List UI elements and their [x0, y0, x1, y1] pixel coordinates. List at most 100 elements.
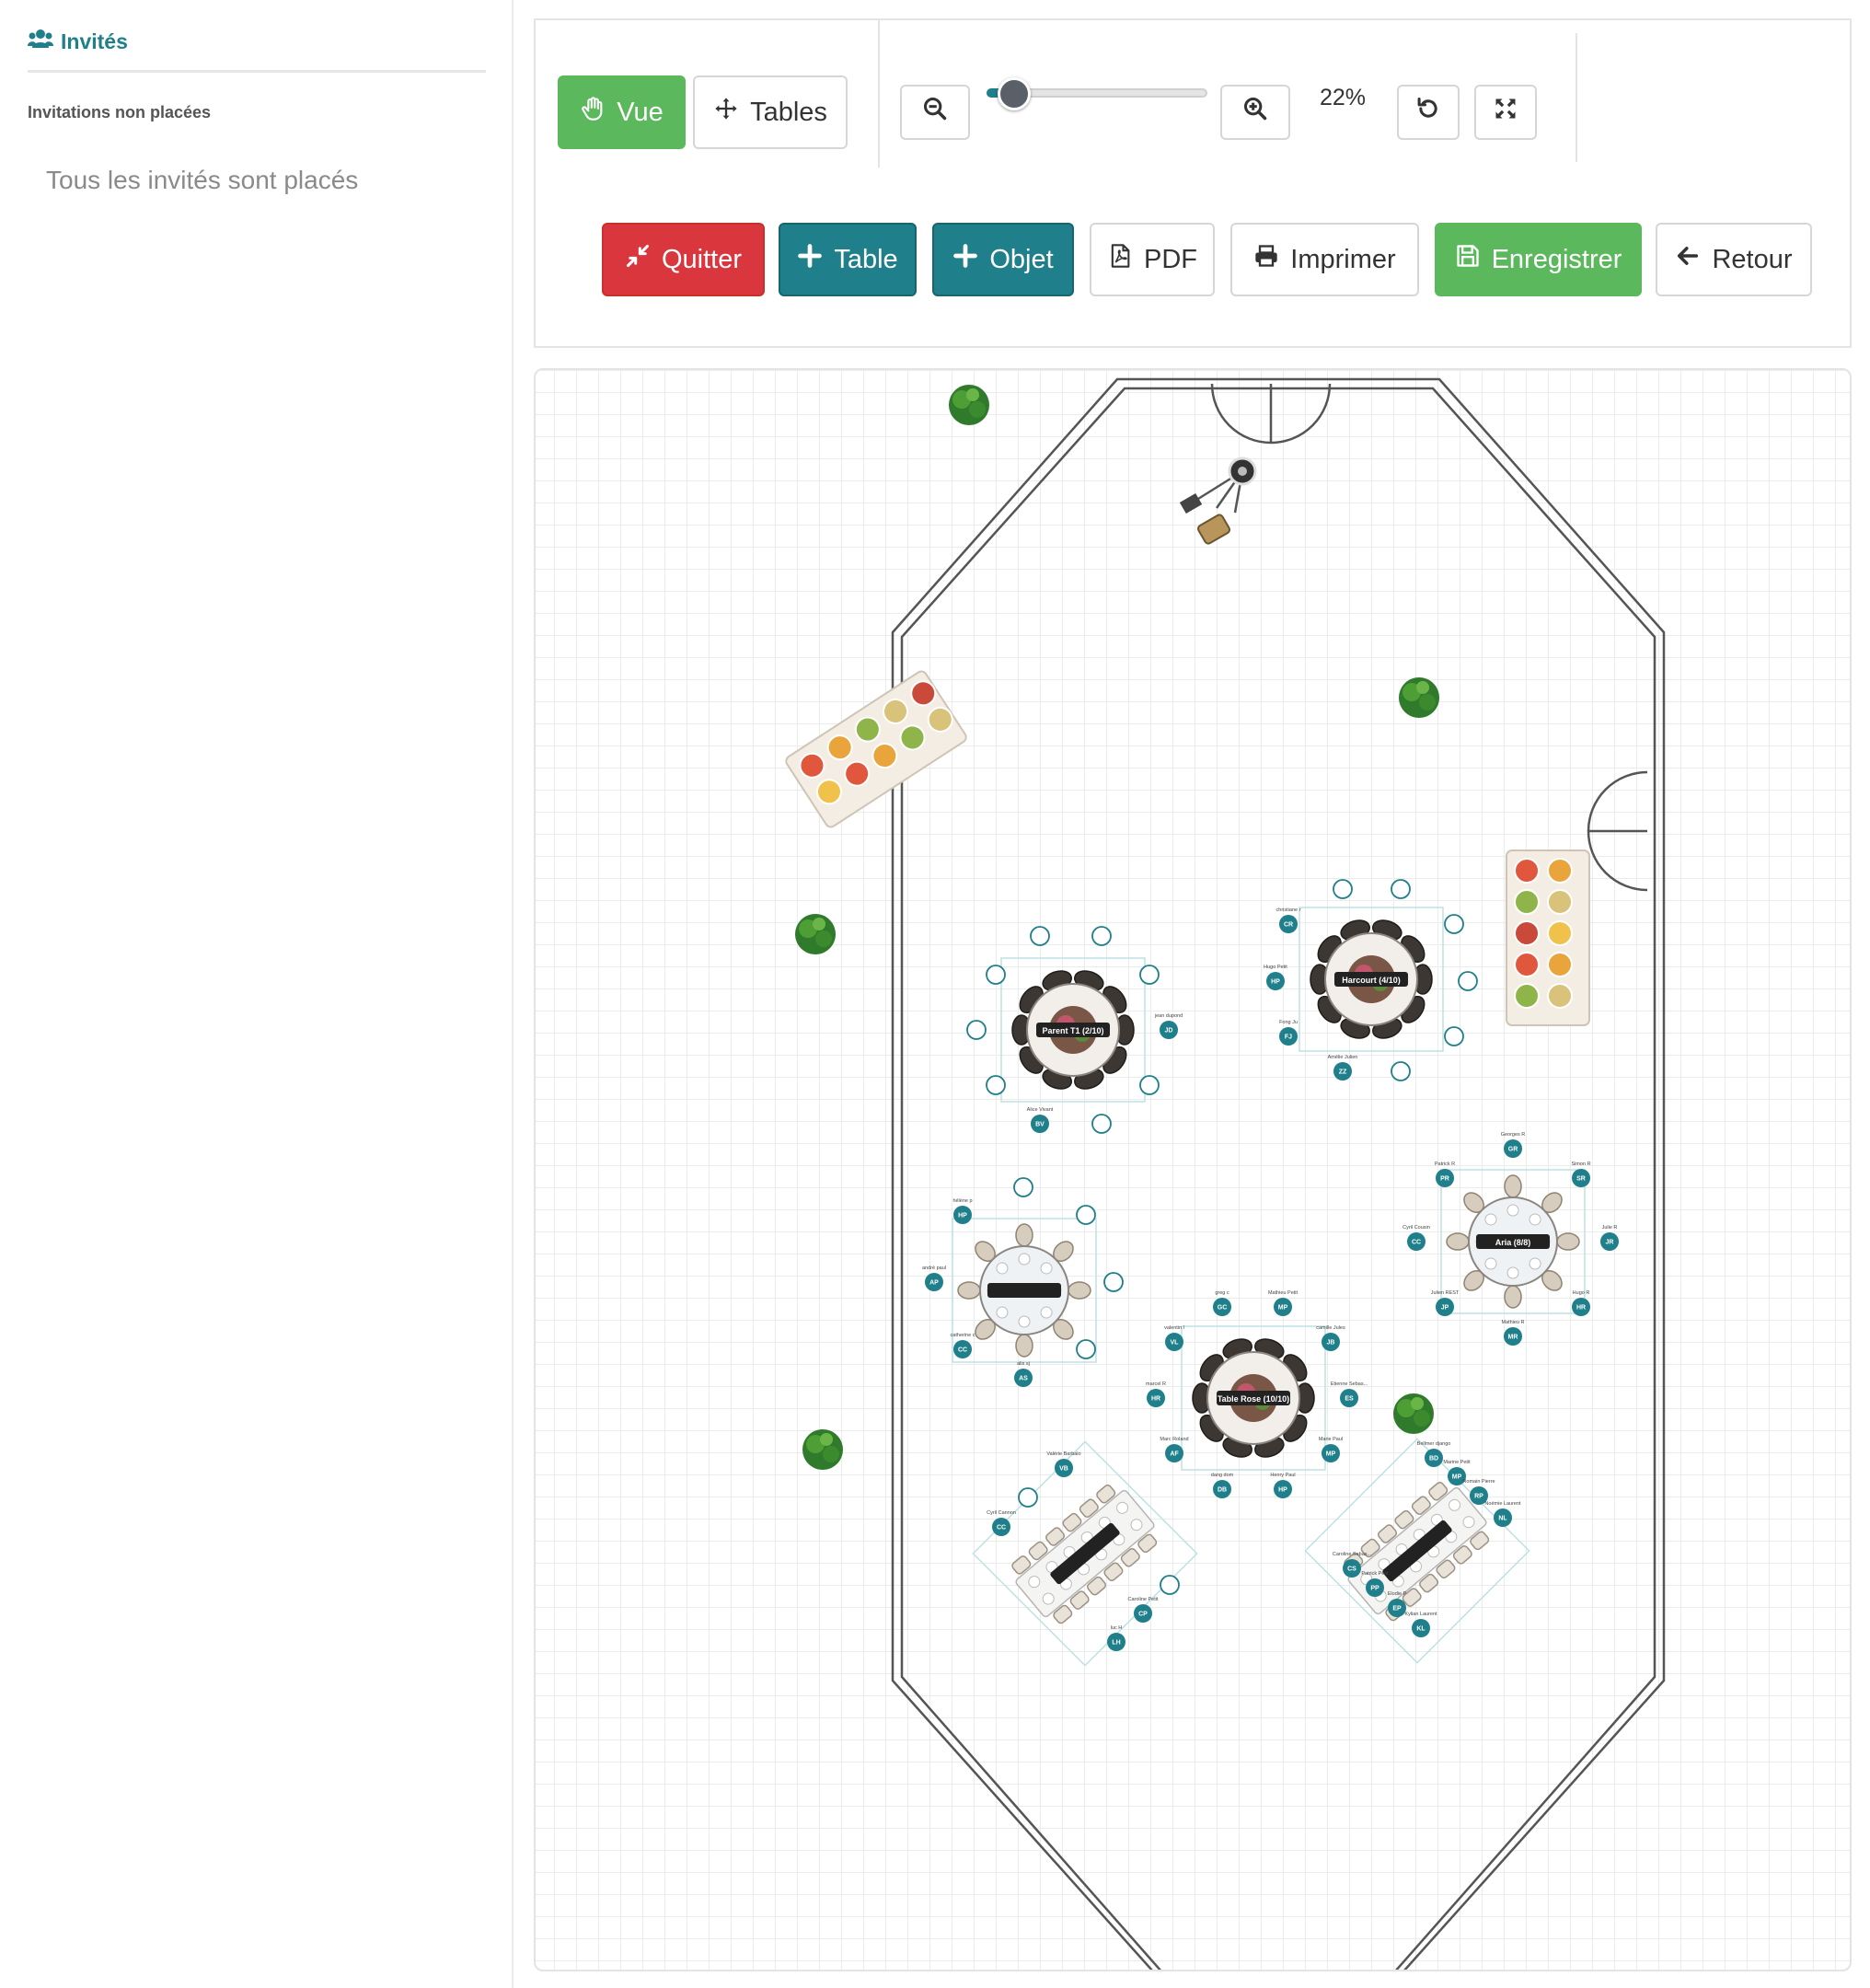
guest-seat[interactable]: Georges R GR [1501, 1132, 1526, 1158]
empty-seat[interactable] [986, 965, 1006, 985]
empty-seat[interactable] [1091, 1114, 1112, 1134]
add-table-button[interactable]: Table [779, 223, 917, 296]
guest-table[interactable]: Aria (8/8) [1440, 1169, 1586, 1314]
empty-seat[interactable] [1444, 1026, 1464, 1046]
empty-seat[interactable] [1076, 1339, 1096, 1359]
guest-seat[interactable]: alix sj AS [1014, 1361, 1033, 1387]
empty-seat[interactable] [1458, 971, 1478, 991]
guest-seat[interactable]: Kylian Laurent KL [1404, 1612, 1437, 1637]
guest-seat[interactable]: Marc Roland AF [1160, 1437, 1189, 1462]
plant-decoration[interactable] [802, 1429, 843, 1470]
guest-seat[interactable]: marcel R HR [1146, 1381, 1166, 1407]
dj-equipment[interactable] [1179, 457, 1257, 545]
guest-table[interactable] [952, 1218, 1097, 1363]
guest-seat[interactable]: Amélie Julien ZZ [1328, 1055, 1358, 1081]
empty-seat[interactable] [1139, 1075, 1160, 1095]
tables-mode-button[interactable]: Tables [693, 75, 848, 149]
empty-seat[interactable] [1391, 879, 1411, 899]
zoom-out-button[interactable] [900, 85, 970, 140]
guest-seat[interactable]: Henry Paul HP [1270, 1473, 1296, 1498]
empty-seat[interactable] [1139, 965, 1160, 985]
reset-zoom-button[interactable] [1397, 85, 1460, 140]
guest-seat[interactable]: Marie Paul MP [1319, 1437, 1343, 1462]
guest-seat[interactable]: Hugo R HR [1572, 1290, 1590, 1316]
guest-seat[interactable]: Cyril Cousin CC [1402, 1225, 1430, 1251]
empty-seat[interactable] [1444, 914, 1464, 934]
empty-seat[interactable] [986, 1075, 1006, 1095]
venue-walls [891, 377, 1666, 1970]
guest-table[interactable]: Parent T1 (2/10) [1000, 957, 1146, 1103]
empty-seat[interactable] [1018, 1487, 1038, 1508]
guest-name: Patrick R [1435, 1162, 1455, 1167]
guest-initials: AP [929, 1280, 939, 1287]
table-name-label: Table Rose (10/10) [1218, 1394, 1289, 1404]
add-object-button[interactable]: Objet [932, 223, 1074, 296]
guest-seat[interactable]: Fong Ju FJ [1279, 1020, 1298, 1046]
empty-seat[interactable] [1160, 1575, 1180, 1595]
guest-seat[interactable]: luc H LH [1107, 1625, 1125, 1651]
guest-seat[interactable]: Patrick R PR [1435, 1162, 1455, 1187]
plant-decoration[interactable] [1399, 677, 1439, 718]
empty-seat[interactable] [1076, 1205, 1096, 1225]
fullscreen-button[interactable] [1474, 85, 1537, 140]
guest-initials: HP [1271, 979, 1280, 986]
guest-initials: JR [1606, 1240, 1614, 1246]
guest-table[interactable]: Harcourt (4/10) [1299, 907, 1444, 1052]
guest-seat[interactable]: greg c GC [1213, 1290, 1231, 1316]
entrance-door[interactable] [1210, 383, 1332, 445]
back-button[interactable]: Retour [1656, 223, 1812, 296]
guest-name: andré paul [922, 1266, 946, 1271]
guest-seat[interactable]: andré paul AP [922, 1266, 946, 1291]
guest-seat[interactable]: Julie R JR [1600, 1225, 1619, 1251]
guest-seat[interactable]: Hugo Petit HP [1264, 965, 1287, 990]
empty-guests-message: Tous les invités sont placés [46, 166, 359, 194]
guest-seat[interactable]: jean dupond JD [1154, 1013, 1183, 1039]
empty-seat[interactable] [1333, 879, 1353, 899]
guest-seat[interactable]: Cyril Cannon CC [987, 1510, 1016, 1536]
floor-plan[interactable]: Parent T1 (2/10) jean dupond JD Alice Vivan… [536, 370, 1852, 1971]
floppy-disk-icon [1455, 243, 1481, 276]
empty-seat[interactable] [1030, 926, 1050, 946]
view-mode-button[interactable]: Vue [558, 75, 686, 149]
guest-seat[interactable]: hélène p HP [952, 1198, 973, 1224]
plant-decoration[interactable] [1393, 1393, 1434, 1434]
guest-table[interactable] [972, 1440, 1198, 1667]
save-label: Enregistrer [1491, 244, 1622, 274]
guest-seat[interactable]: Mathieu R MR [1501, 1320, 1525, 1346]
guest-seat[interactable]: Simon R SR [1571, 1162, 1591, 1187]
guest-seat[interactable]: Valérie Barbalo VB [1046, 1451, 1081, 1477]
empty-seat[interactable] [1391, 1061, 1411, 1081]
guest-initials: FJ [1285, 1034, 1292, 1041]
floor-plan-canvas[interactable]: Parent T1 (2/10) jean dupond JD Alice Vivan… [534, 368, 1852, 1971]
guest-seat[interactable]: Noémie Laurent NL [1484, 1501, 1521, 1527]
guest-seat[interactable]: dang dom DB [1211, 1473, 1234, 1498]
guest-seat[interactable]: christiane r CR [1276, 907, 1301, 933]
guest-seat[interactable]: Alice Vivant BV [1027, 1107, 1054, 1133]
guest-initials: VB [1059, 1466, 1068, 1473]
guest-seat[interactable]: Etienne Sebas... ES [1331, 1381, 1368, 1407]
print-button[interactable]: Imprimer [1230, 223, 1419, 296]
zoom-in-button[interactable] [1220, 85, 1290, 140]
guest-seat[interactable]: Mathieu Petit MP [1268, 1290, 1299, 1316]
empty-seat[interactable] [1013, 1177, 1033, 1197]
save-button[interactable]: Enregistrer [1435, 223, 1642, 296]
guest-seat[interactable]: valentin l VL [1164, 1325, 1184, 1351]
empty-seat[interactable] [966, 1020, 987, 1040]
plant-decoration[interactable] [795, 914, 836, 954]
pdf-button[interactable]: PDF [1090, 223, 1215, 296]
guest-seat[interactable]: Julien REST JP [1431, 1290, 1460, 1316]
empty-seat[interactable] [1103, 1272, 1124, 1292]
buffet-table[interactable] [1506, 850, 1590, 1026]
quit-button[interactable]: Quitter [602, 223, 765, 296]
zoom-slider-handle[interactable] [998, 77, 1031, 110]
guest-initials: EP [1392, 1606, 1402, 1612]
guest-initials: MP [1326, 1451, 1336, 1458]
empty-seat[interactable] [1091, 926, 1112, 946]
guest-table[interactable]: Table Rose (10/10) [1181, 1325, 1326, 1471]
buffet-table[interactable] [784, 669, 968, 829]
guest-seat[interactable]: catherine c CC [951, 1333, 975, 1358]
plant-decoration[interactable] [949, 385, 989, 425]
side-door[interactable] [1587, 770, 1648, 892]
guest-seat[interactable]: camille Jules JB [1316, 1325, 1345, 1351]
guest-name: Kylian Laurent [1404, 1612, 1437, 1617]
